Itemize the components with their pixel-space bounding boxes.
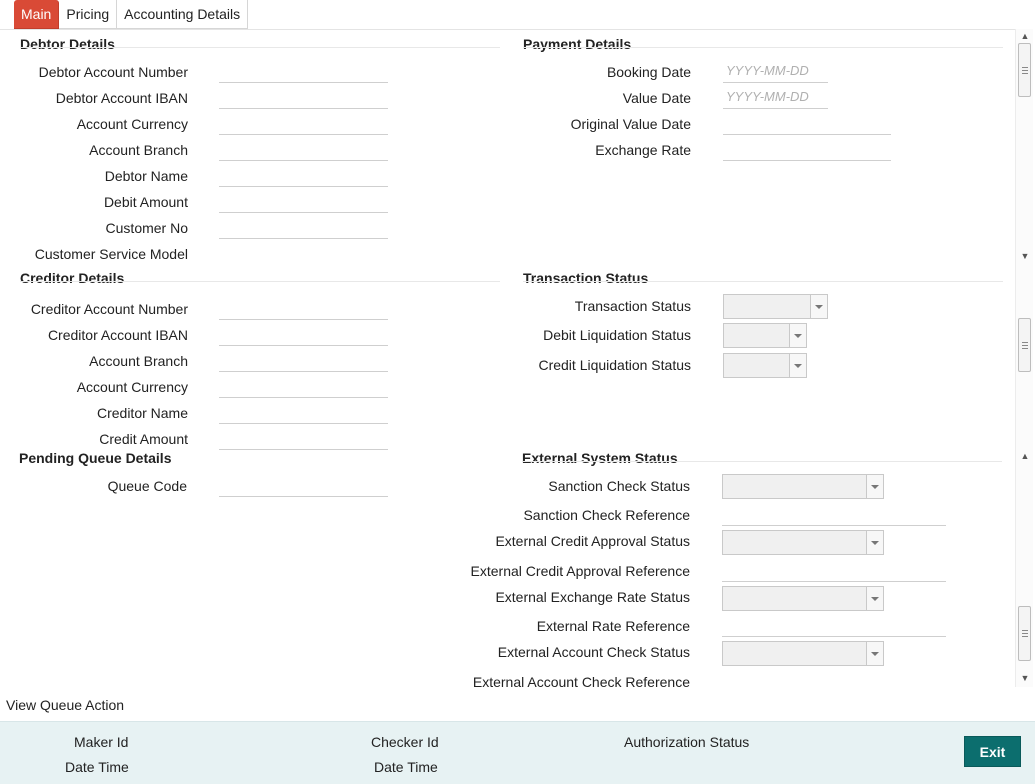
external-credit-approval-reference-field[interactable] <box>722 558 946 582</box>
creditor-account-iban-label: Creditor Account IBAN <box>47 327 188 343</box>
external-credit-approval-status-label: External Credit Approval Status <box>495 533 690 549</box>
scroll-down-icon[interactable]: ▼ <box>1018 671 1032 685</box>
creditor-account-branch-field[interactable] <box>219 348 388 372</box>
queue-code-field[interactable] <box>219 473 388 497</box>
external-exchange-rate-status-select[interactable] <box>722 586 884 611</box>
debit-liquidation-status-label: Debit Liquidation Status <box>543 327 691 343</box>
creditor-account-number-field[interactable] <box>219 296 388 320</box>
chevron-down-icon[interactable] <box>866 475 883 498</box>
sanction-check-reference-field[interactable] <box>722 502 946 526</box>
tab-main[interactable]: Main <box>14 0 60 29</box>
tab-bar: Main Pricing Accounting Details <box>14 0 249 29</box>
chevron-down-icon[interactable] <box>866 531 883 554</box>
creditor-account-currency-label: Account Currency <box>76 379 188 395</box>
sanction-check-reference-label: Sanction Check Reference <box>523 507 690 523</box>
credit-liquidation-status-select[interactable] <box>723 353 807 378</box>
debtor-account-iban-label: Debtor Account IBAN <box>55 90 188 106</box>
scroll-up-icon[interactable]: ▲ <box>1018 449 1032 463</box>
transaction-status-title: Transaction Status <box>523 270 649 286</box>
credit-liquidation-status-label: Credit Liquidation Status <box>538 357 691 373</box>
booking-date-field[interactable]: YYYY-MM-DD <box>723 59 828 83</box>
external-credit-approval-reference-label: External Credit Approval Reference <box>470 563 690 579</box>
creditor-details-title: Creditor Details <box>20 270 125 286</box>
external-account-check-status-select[interactable] <box>722 641 884 666</box>
value-date-label: Value Date <box>622 90 691 106</box>
sanction-check-status-select[interactable] <box>722 474 884 499</box>
credit-amount-field[interactable] <box>219 426 388 450</box>
debit-amount-label: Debit Amount <box>103 194 188 210</box>
transaction-status-select[interactable] <box>723 294 828 319</box>
original-value-date-label: Original Value Date <box>570 116 691 132</box>
debit-liquidation-status-select[interactable] <box>723 323 807 348</box>
customer-no-field[interactable] <box>219 215 388 239</box>
pending-queue-details-title: Pending Queue Details <box>19 450 172 466</box>
section-divider <box>523 47 1003 48</box>
exchange-rate-field[interactable] <box>723 137 891 161</box>
debtor-account-iban-field[interactable] <box>219 85 388 109</box>
creditor-name-field[interactable] <box>219 400 388 424</box>
view-queue-action-link[interactable]: View Queue Action <box>6 697 124 713</box>
section-divider <box>523 281 1003 282</box>
debtor-account-branch-label: Account Branch <box>89 142 188 158</box>
debtor-details-title: Debtor Details <box>20 36 115 52</box>
section-divider <box>20 281 500 282</box>
value-date-field[interactable]: YYYY-MM-DD <box>723 85 828 109</box>
debtor-name-field[interactable] <box>219 163 388 187</box>
audit-footer: Maker Id Date Time Checker Id Date Time … <box>0 721 1035 784</box>
scrollbar-thumb[interactable] <box>1018 318 1031 372</box>
scroll-down-icon[interactable]: ▼ <box>1018 249 1032 263</box>
creditor-account-iban-field[interactable] <box>219 322 388 346</box>
scroll-up-icon[interactable]: ▲ <box>1018 29 1032 43</box>
creditor-account-branch-label: Account Branch <box>89 353 188 369</box>
external-account-check-status-label: External Account Check Status <box>497 644 690 660</box>
maker-id-label: Maker Id <box>74 734 129 750</box>
creditor-account-number-label: Creditor Account Number <box>30 301 188 317</box>
tab-accounting-details[interactable]: Accounting Details <box>117 0 249 29</box>
payment-details-title: Payment Details <box>523 36 632 52</box>
section-divider <box>20 47 500 48</box>
creditor-name-label: Creditor Name <box>96 405 188 421</box>
maker-date-time-label: Date Time <box>65 759 129 775</box>
chevron-down-icon[interactable] <box>789 324 806 347</box>
debtor-account-branch-field[interactable] <box>219 137 388 161</box>
checker-id-label: Checker Id <box>371 734 439 750</box>
chevron-down-icon[interactable] <box>866 642 883 665</box>
exchange-rate-label: Exchange Rate <box>595 142 691 158</box>
external-rate-reference-field[interactable] <box>722 613 946 637</box>
queue-code-label: Queue Code <box>107 478 187 494</box>
booking-date-label: Booking Date <box>606 64 691 80</box>
scrollbar-thumb[interactable] <box>1018 43 1031 97</box>
transaction-status-label: Transaction Status <box>574 298 691 314</box>
customer-service-model-label: Customer Service Model <box>34 246 188 262</box>
external-exchange-rate-status-label: External Exchange Rate Status <box>495 589 690 605</box>
chevron-down-icon[interactable] <box>866 587 883 610</box>
external-rate-reference-label: External Rate Reference <box>536 618 690 634</box>
scrollbar-thumb[interactable] <box>1018 606 1031 661</box>
tab-pricing[interactable]: Pricing <box>59 0 118 29</box>
queue-action-bar: View Queue Action <box>0 688 1035 721</box>
chevron-down-icon[interactable] <box>789 354 806 377</box>
original-value-date-field[interactable] <box>723 111 891 135</box>
debtor-name-label: Debtor Name <box>104 168 188 184</box>
debtor-account-currency-label: Account Currency <box>76 116 188 132</box>
debit-amount-field[interactable] <box>219 189 388 213</box>
main-content: Debtor Details Debtor Account Number Deb… <box>0 29 1015 690</box>
vertical-scrollbar[interactable]: ▲ ▼ ▲ ▼ <box>1015 29 1033 687</box>
debtor-account-number-field[interactable] <box>219 59 388 83</box>
exit-button[interactable]: Exit <box>964 736 1021 767</box>
debtor-account-number-label: Debtor Account Number <box>38 64 188 80</box>
section-divider <box>522 461 1002 462</box>
external-system-status-title: External System Status <box>522 450 678 466</box>
authorization-status-label: Authorization Status <box>624 734 750 750</box>
sanction-check-status-label: Sanction Check Status <box>548 478 690 494</box>
creditor-account-currency-field[interactable] <box>219 374 388 398</box>
chevron-down-icon[interactable] <box>810 295 827 318</box>
customer-no-label: Customer No <box>105 220 188 236</box>
credit-amount-label: Credit Amount <box>99 431 188 447</box>
checker-date-time-label: Date Time <box>374 759 438 775</box>
debtor-account-currency-field[interactable] <box>219 111 388 135</box>
external-credit-approval-status-select[interactable] <box>722 530 884 555</box>
